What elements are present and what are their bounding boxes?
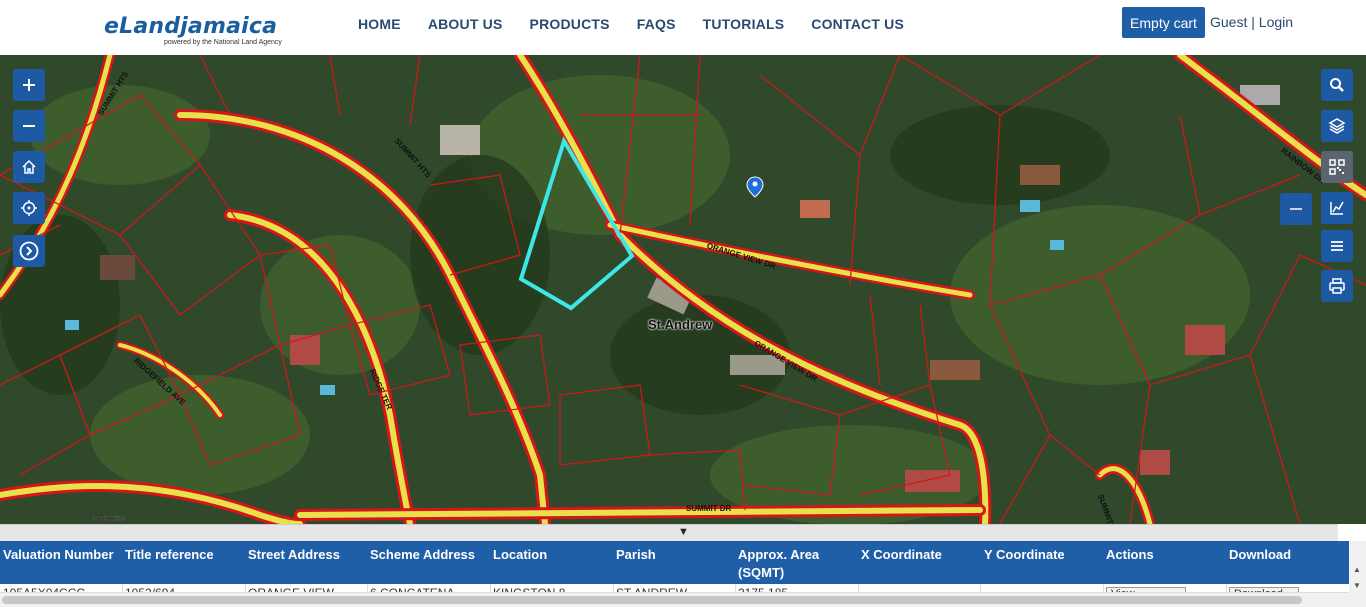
login-link[interactable]: Login (1259, 14, 1293, 30)
print-icon (1329, 278, 1345, 294)
minimize-button[interactable] (1280, 193, 1312, 225)
search-icon (1330, 78, 1344, 92)
site-logo[interactable]: eLandjamaica powered by the National Lan… (104, 14, 282, 46)
collapse-arrow-icon[interactable]: ▼ (678, 526, 689, 538)
nav-products[interactable]: PRODUCTS (530, 16, 610, 32)
locate-icon (21, 200, 37, 216)
top-header: eLandjamaica powered by the National Lan… (0, 0, 1366, 55)
guest-label: Guest (1210, 14, 1248, 30)
zoom-out-button[interactable] (13, 110, 45, 142)
next-arrow-icon (19, 241, 39, 261)
home-icon (22, 159, 36, 174)
search-button[interactable] (1321, 69, 1353, 101)
scroll-up-icon[interactable]: ▲ (1353, 565, 1361, 574)
minimize-icon (1290, 208, 1302, 210)
zoom-in-button[interactable] (13, 69, 45, 101)
scroll-down-icon[interactable]: ▼ (1353, 581, 1361, 590)
logo-subtext: powered by the National Land Agency (164, 39, 282, 46)
qr-icon (1329, 159, 1345, 175)
layers-icon (1328, 118, 1346, 134)
zoom-in-icon (23, 79, 35, 91)
zoom-out-icon (23, 125, 35, 127)
col-download[interactable]: Download (1229, 546, 1291, 564)
col-scheme-address[interactable]: Scheme Address (370, 546, 475, 564)
col-actions[interactable]: Actions (1106, 546, 1154, 564)
home-button[interactable] (13, 151, 45, 183)
col-title-reference[interactable]: Title reference (125, 546, 214, 564)
measure-icon (1330, 201, 1344, 215)
table-vertical-scrollbar[interactable]: ▲ ▼ (1349, 541, 1366, 607)
list-icon (1331, 241, 1343, 251)
main-nav: HOME ABOUT US PRODUCTS FAQS TUTORIALS CO… (358, 16, 931, 32)
empty-cart-button[interactable]: Empty cart (1122, 7, 1205, 38)
street-label: SUMMIT DR (686, 504, 732, 513)
scale-label: 60 m (94, 514, 115, 524)
col-approx-area[interactable]: Approx. Area (SQMT) (738, 546, 838, 582)
col-parish[interactable]: Parish (616, 546, 656, 564)
print-button[interactable] (1321, 270, 1353, 302)
table-header: Valuation Number Title reference Street … (0, 541, 1349, 584)
list-button[interactable] (1321, 230, 1353, 262)
layers-button[interactable] (1321, 110, 1353, 142)
col-location[interactable]: Location (493, 546, 547, 564)
col-y-coordinate[interactable]: Y Coordinate (984, 546, 1065, 564)
user-links: Guest | Login (1210, 14, 1293, 30)
panel-splitter[interactable]: ▼ (0, 524, 1338, 541)
table-horizontal-scrollbar[interactable] (0, 592, 1349, 607)
nav-about-us[interactable]: ABOUT US (428, 16, 503, 32)
parish-label: St.Andrew (648, 317, 713, 332)
next-button[interactable] (13, 235, 45, 267)
scrollbar-thumb[interactable] (2, 596, 1302, 604)
locate-button[interactable] (13, 192, 45, 224)
nav-faqs[interactable]: FAQS (637, 16, 676, 32)
nav-tutorials[interactable]: TUTORIALS (703, 16, 785, 32)
parcel-map[interactable]: SUMMIT HTS SUMMIT HTS ORANGE VIEW DR ORA… (0, 55, 1366, 524)
nav-contact-us[interactable]: CONTACT US (811, 16, 904, 32)
logo-text: eLandjamaica (104, 14, 278, 39)
measure-button[interactable] (1321, 192, 1353, 224)
qr-button[interactable] (1321, 151, 1353, 183)
col-street-address[interactable]: Street Address (248, 546, 340, 564)
user-separator: | (1251, 14, 1255, 30)
nav-home[interactable]: HOME (358, 16, 401, 32)
map-imagery (0, 55, 1366, 524)
col-valuation-number[interactable]: Valuation Number (3, 546, 114, 564)
col-x-coordinate[interactable]: X Coordinate (861, 546, 942, 564)
